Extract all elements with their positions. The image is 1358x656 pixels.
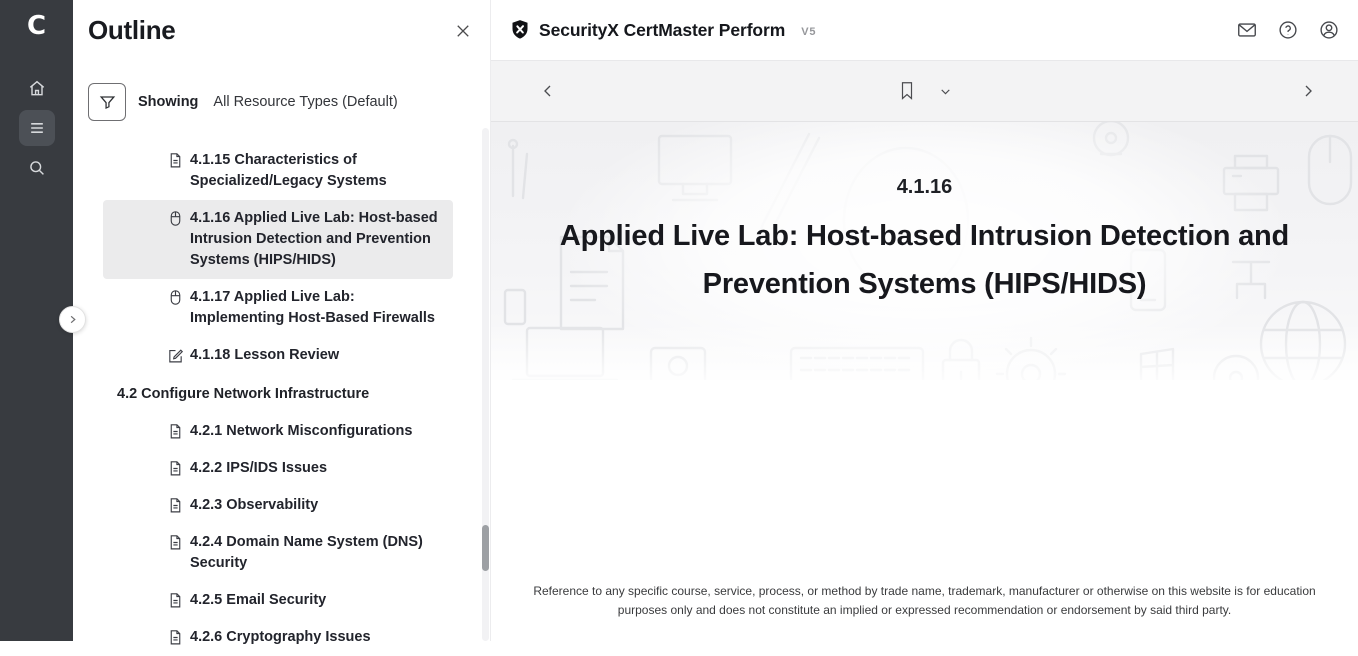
outline-item-label: 4.1.17 Applied Live Lab: Implementing Ho…	[190, 287, 443, 329]
document-icon	[167, 534, 184, 551]
document-icon	[167, 152, 184, 169]
menu-icon[interactable]	[19, 110, 55, 146]
main-content: SecurityX CertMaster Perform V5	[490, 0, 1358, 641]
lesson-number: 4.1.16	[491, 176, 1358, 199]
document-icon	[167, 592, 184, 609]
outline-item[interactable]: 4.1.15 Characteristics of Specialized/Le…	[103, 142, 453, 200]
disclaimer-section: Reference to any specific course, servic…	[491, 582, 1358, 619]
mouse-icon	[167, 210, 184, 227]
filter-funnel-icon[interactable]	[88, 83, 126, 121]
outline-item[interactable]: 4.2.1 Network Misconfigurations	[103, 413, 453, 450]
filter-value: All Resource Types (Default)	[213, 94, 397, 110]
outline-item[interactable]: 4.1.17 Applied Live Lab: Implementing Ho…	[103, 279, 453, 337]
disclaimer-text: Reference to any specific course, servic…	[527, 582, 1322, 619]
lesson-title: Applied Live Lab: Host-based Intrusion D…	[494, 212, 1356, 308]
pencil-icon	[167, 347, 184, 364]
chevron-left-icon[interactable]	[540, 83, 556, 99]
outline-panel-title: Outline	[88, 15, 175, 46]
outline-item-label: 4.1.15 Characteristics of Specialized/Le…	[190, 150, 443, 192]
outline-filter-row: Showing All Resource Types (Default)	[88, 83, 398, 121]
mouse-icon	[167, 289, 184, 306]
outline-item[interactable]: 4.2.3 Observability	[103, 487, 453, 524]
outline-item-label: 4.2.5 Email Security	[190, 590, 326, 611]
outline-item-label: 4.1.16 Applied Live Lab: Host-based Intr…	[190, 208, 443, 271]
mail-icon[interactable]	[1236, 19, 1258, 41]
lesson-toolbar	[491, 60, 1358, 122]
outline-item-label: 4.2.6 Cryptography Issues	[190, 627, 371, 648]
close-icon[interactable]	[450, 18, 476, 44]
outline-list: 4.1.15 Characteristics of Specialized/Le…	[103, 142, 453, 656]
outline-section-header: 4.2 Configure Network Infrastructure	[103, 376, 453, 413]
document-icon	[167, 460, 184, 477]
document-icon	[167, 423, 184, 440]
course-title: SecurityX CertMaster Perform	[539, 20, 785, 41]
outline-panel: Outline Showing All Resource Types (Defa…	[73, 0, 490, 641]
outline-item[interactable]: 4.2.6 Cryptography Issues	[103, 619, 453, 656]
outline-item[interactable]: 4.2.5 Email Security	[103, 582, 453, 619]
outline-section-label: 4.2 Configure Network Infrastructure	[117, 384, 369, 405]
securityx-shield-logo	[510, 19, 530, 41]
outline-scrollbar-thumb[interactable]	[482, 525, 489, 571]
help-icon[interactable]	[1277, 19, 1299, 41]
course-header: SecurityX CertMaster Perform V5	[491, 0, 1358, 60]
outline-item-label: 4.2.1 Network Misconfigurations	[190, 421, 412, 442]
outline-item-label: 4.1.18 Lesson Review	[190, 345, 339, 366]
course-version-badge: V5	[801, 26, 816, 38]
outline-item-label: 4.2.2 IPS/IDS Issues	[190, 458, 327, 479]
outline-item-selected[interactable]: 4.1.16 Applied Live Lab: Host-based Intr…	[103, 200, 453, 279]
document-icon	[167, 497, 184, 514]
rail-nav	[0, 70, 73, 186]
document-icon	[167, 629, 184, 646]
home-icon[interactable]	[19, 70, 55, 106]
chevron-down-icon[interactable]	[939, 85, 952, 98]
outline-item-label: 4.2.3 Observability	[190, 495, 318, 516]
comptia-logo: C	[0, 0, 73, 52]
panel-collapse-button[interactable]	[59, 306, 86, 333]
showing-label: Showing	[138, 94, 198, 110]
outline-item[interactable]: 4.1.18 Lesson Review	[103, 337, 453, 374]
account-icon[interactable]	[1318, 19, 1340, 41]
bookmark-icon[interactable]	[898, 80, 916, 102]
search-icon[interactable]	[19, 150, 55, 186]
lesson-banner: 4.1.16 Applied Live Lab: Host-based Intr…	[491, 122, 1358, 380]
outline-item[interactable]: 4.2.4 Domain Name System (DNS) Security	[103, 524, 453, 582]
outline-item-label: 4.2.4 Domain Name System (DNS) Security	[190, 532, 443, 574]
outline-item[interactable]: 4.2.2 IPS/IDS Issues	[103, 450, 453, 487]
outline-scrollbar-track[interactable]	[482, 128, 489, 641]
chevron-right-icon[interactable]	[1300, 83, 1316, 99]
